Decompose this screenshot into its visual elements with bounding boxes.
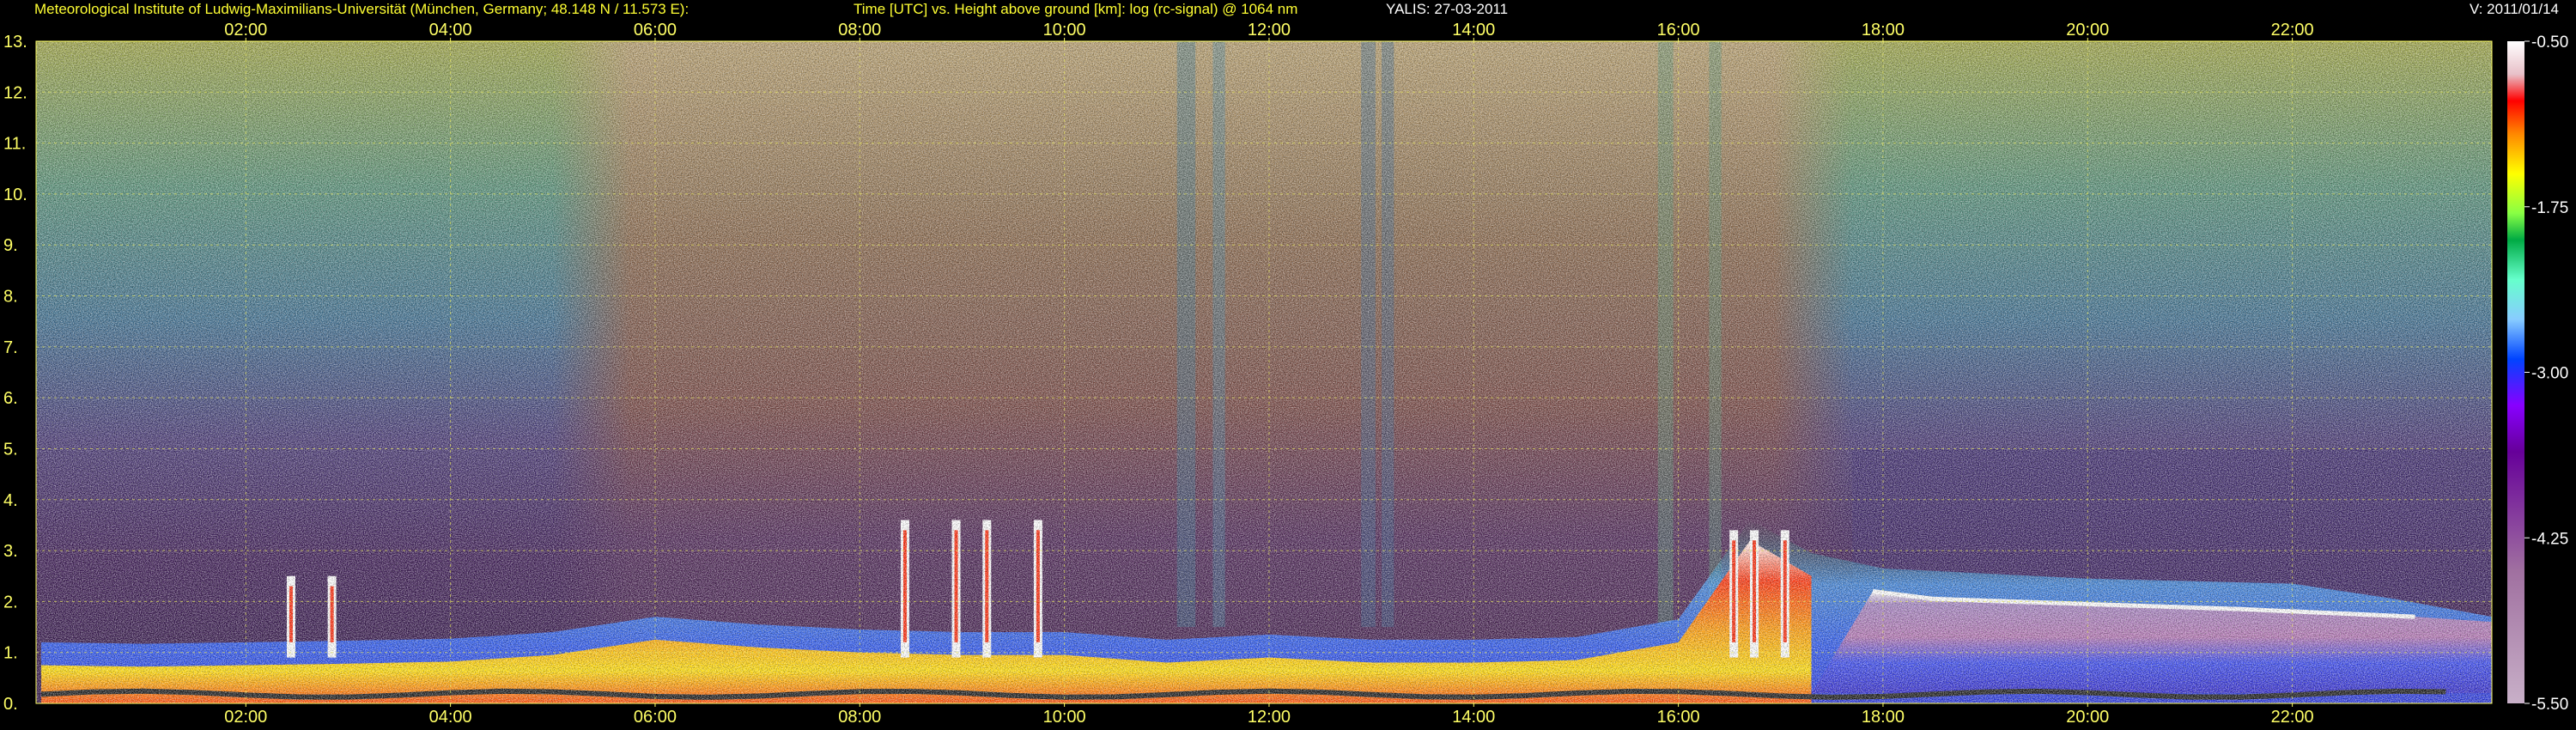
- x-tick-label-bottom: 12:00: [1248, 708, 1291, 727]
- x-tick-label-bottom: 06:00: [634, 708, 677, 727]
- x-tick-label-bottom: 20:00: [2066, 708, 2109, 727]
- y-tick-label: 8.: [3, 288, 18, 307]
- chart-title: Time [UTC] vs. Height above ground [km]:…: [854, 1, 1298, 17]
- y-tick-label: 4.: [3, 491, 18, 510]
- signal-noise-dark: [36, 41, 2492, 703]
- y-tick-label: 2.: [3, 593, 18, 611]
- colorbar-gradient: [2507, 41, 2524, 703]
- x-tick-label-bottom: 10:00: [1043, 708, 1086, 727]
- x-tick-label-bottom: 22:00: [2271, 708, 2314, 727]
- plot-area: [36, 41, 2492, 703]
- x-tick-label-bottom: 08:00: [838, 708, 881, 727]
- colorbar-label: -3.00: [2531, 365, 2568, 383]
- x-tick-label-bottom: 14:00: [1452, 708, 1495, 727]
- colorbar-label: -1.75: [2531, 199, 2568, 217]
- y-tick-label: 3.: [3, 542, 18, 561]
- y-tick-label: 1.: [3, 644, 18, 663]
- y-tick-label: 12.: [3, 83, 27, 102]
- x-tick-label-top: 16:00: [1657, 21, 1700, 40]
- y-tick-label: 11.: [3, 135, 26, 154]
- version-label: V: 2011/01/14: [2470, 1, 2559, 17]
- colorbar-label: -0.50: [2531, 33, 2568, 52]
- x-tick-label-bottom: 04:00: [429, 708, 472, 727]
- institute-label: Meteorological Institute of Ludwig-Maxim…: [34, 1, 690, 17]
- colorbar: -0.50 -1.75 -3.00 -4.25 -5.50: [2507, 33, 2568, 714]
- x-tick-label-bottom: 02:00: [224, 708, 267, 727]
- x-tick-label-top: 04:00: [429, 21, 472, 40]
- y-tick-label: 5.: [3, 440, 18, 459]
- x-tick-label-top: 02:00: [224, 21, 267, 40]
- x-tick-label-bottom: 16:00: [1657, 708, 1700, 727]
- station-date-label: YALIS: 27-03-2011: [1386, 1, 1509, 17]
- x-tick-label-top: 12:00: [1248, 21, 1291, 40]
- colorbar-label: -5.50: [2531, 696, 2568, 714]
- y-tick-label: 13.: [3, 33, 27, 52]
- x-tick-label-top: 08:00: [838, 21, 881, 40]
- y-tick-label: 6.: [3, 389, 18, 408]
- y-tick-label: 7.: [3, 338, 18, 357]
- x-tick-label-top: 06:00: [634, 21, 677, 40]
- x-tick-label-top: 18:00: [1862, 21, 1905, 40]
- x-tick-label-top: 20:00: [2066, 21, 2109, 40]
- x-tick-label-top: 14:00: [1452, 21, 1495, 40]
- y-tick-label: 0.: [3, 695, 18, 714]
- x-tick-label-top: 22:00: [2271, 21, 2314, 40]
- header-bar: Meteorological Institute of Ludwig-Maxim…: [0, 0, 2576, 19]
- y-axis: 0. 1. 2. 3. 4. 5. 6. 7. 8. 9. 10. 11. 12. 13.: [3, 33, 27, 714]
- x-tick-label-bottom: 18:00: [1862, 708, 1905, 727]
- y-tick-label: 9.: [3, 236, 18, 255]
- y-tick-label: 10.: [3, 186, 27, 204]
- x-tick-label-top: 10:00: [1043, 21, 1086, 40]
- colorbar-label: -4.25: [2531, 530, 2568, 548]
- lidar-chart: 02:00 02:00 04:00 04:00 06:00 06:00 08:00 08:00…: [3, 21, 2568, 727]
